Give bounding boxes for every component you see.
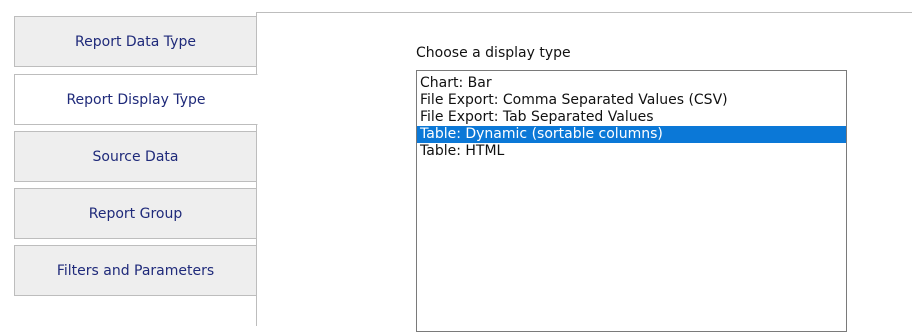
tab-label: Report Display Type [66,91,206,108]
tab-label: Filters and Parameters [56,262,215,279]
list-option-csv-export[interactable]: File Export: Comma Separated Values (CSV… [417,92,846,109]
tab-label: Source Data [92,148,179,165]
display-type-listbox[interactable]: Chart: Bar File Export: Comma Separated … [416,70,847,332]
tab-source-data[interactable]: Source Data [14,131,257,182]
tab-report-group[interactable]: Report Group [14,188,257,239]
tab-report-data-type[interactable]: Report Data Type [14,16,257,67]
tab-label: Report Data Type [75,33,196,50]
tab-filters-and-parameters[interactable]: Filters and Parameters [14,245,257,296]
list-option-table-dynamic[interactable]: Table: Dynamic (sortable columns) [417,126,846,143]
tab-label: Report Group [88,205,183,222]
content-top-border [256,12,912,13]
display-type-prompt: Choose a display type [416,45,571,61]
tab-report-display-type[interactable]: Report Display Type [14,74,258,125]
list-option-table-html[interactable]: Table: HTML [417,143,846,160]
list-option-tsv-export[interactable]: File Export: Tab Separated Values [417,109,846,126]
list-option-chart-bar[interactable]: Chart: Bar [417,75,846,92]
